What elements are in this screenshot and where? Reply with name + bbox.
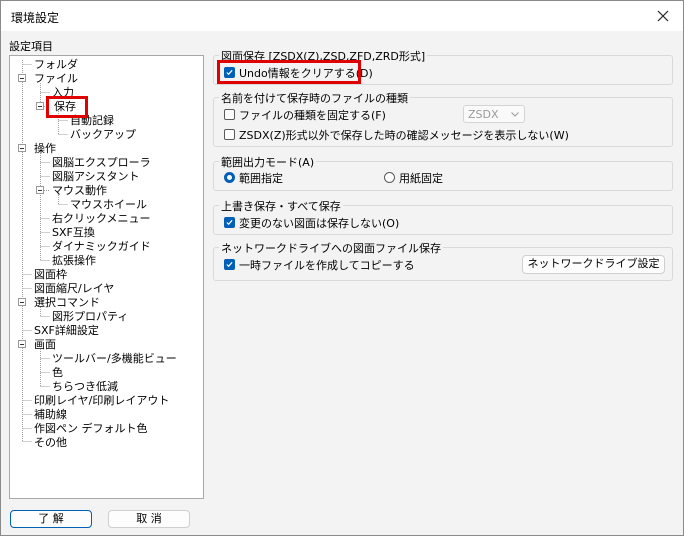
- range-specify-label[interactable]: 範囲指定: [239, 170, 283, 186]
- collapse-toggle-screen[interactable]: [18, 340, 26, 348]
- tree-item-dynamic-guide[interactable]: ダイナミックガイド: [52, 240, 151, 253]
- tree-item-shape-property[interactable]: 図形プロパティ: [52, 310, 128, 323]
- confirm-msg-label[interactable]: ZSDX(Z)形式以外で保存した時の確認メッセージを表示しない(W): [239, 127, 569, 143]
- temp-copy-checkbox[interactable]: [224, 259, 235, 270]
- file-type-value: ZSDX: [468, 108, 499, 121]
- tree-item-explorer[interactable]: 図脳エクスプローラ: [52, 156, 151, 169]
- confirm-msg-checkbox[interactable]: [224, 129, 235, 140]
- file-type-select[interactable]: ZSDX: [463, 105, 525, 123]
- group-network-title: ネットワークドライブへの図面ファイル保存: [219, 240, 443, 256]
- checkmark-icon: [226, 219, 233, 226]
- tree-item-other[interactable]: その他: [34, 436, 67, 449]
- tree-item-toolbar[interactable]: ツールバー/多機能ビュー: [52, 352, 177, 365]
- title-bar: 環境設定: [1, 1, 683, 31]
- tree-item-rightclick[interactable]: 右クリックメニュー: [52, 212, 151, 225]
- ok-button[interactable]: 了 解: [10, 510, 92, 528]
- no-change-checkbox[interactable]: [224, 217, 235, 228]
- tree-item-operation[interactable]: 操作: [34, 142, 56, 155]
- fix-type-checkbox[interactable]: [224, 109, 235, 120]
- range-specify-radio[interactable]: [224, 172, 235, 183]
- tree-item-guideline[interactable]: 補助線: [34, 408, 67, 421]
- collapse-toggle-save[interactable]: [36, 102, 44, 110]
- tree-item-pen-color[interactable]: 作図ペン デフォルト色: [34, 422, 148, 435]
- group-range-output-title: 範囲出力モード(A): [219, 154, 317, 170]
- tree-item-screen[interactable]: 画面: [34, 338, 56, 351]
- network-drive-settings-button[interactable]: ネットワークドライブ設定: [522, 255, 665, 274]
- tree-item-backup[interactable]: バックアップ: [70, 128, 136, 141]
- tree-item-mousewheel[interactable]: マウスホイール: [70, 198, 147, 211]
- tree-item-file[interactable]: ファイル: [34, 72, 78, 85]
- tree-item-scale-layer[interactable]: 図面縮尺/レイヤ: [34, 282, 114, 295]
- collapse-toggle-mouse[interactable]: [36, 186, 44, 194]
- temp-copy-label[interactable]: 一時ファイルを作成してコピーする: [239, 257, 415, 273]
- collapse-toggle-operation[interactable]: [18, 144, 26, 152]
- close-icon: [657, 10, 669, 22]
- settings-tree[interactable]: フォルダ ファイル 入力 保存 自動記録 バックアップ 操作 図脳エクスプローラ…: [9, 55, 204, 499]
- cancel-button[interactable]: 取 消: [108, 510, 190, 528]
- fix-type-label[interactable]: ファイルの種類を固定する(F): [239, 107, 386, 123]
- paper-fixed-label[interactable]: 用紙固定: [399, 170, 443, 186]
- collapse-toggle-select[interactable]: [18, 298, 26, 306]
- tree-item-select-command[interactable]: 選択コマンド: [34, 296, 100, 309]
- settings-dialog: 環境設定 設定項目 フォルダ ファイル 入力 保存 自動記録 バックアップ 操作…: [0, 0, 684, 536]
- tree-item-sxf-compat[interactable]: SXF互換: [52, 226, 95, 239]
- no-change-label[interactable]: 変更のない図面は保存しない(O): [239, 215, 399, 231]
- close-button[interactable]: [647, 3, 679, 29]
- tree-item-color[interactable]: 色: [52, 366, 63, 379]
- tree-item-print-layout[interactable]: 印刷レイヤ/印刷レイアウト: [34, 394, 169, 407]
- tree-item-folder[interactable]: フォルダ: [34, 58, 78, 71]
- group-named-save-title: 名前を付けて保存時のファイルの種類: [219, 90, 410, 106]
- tree-item-mouse[interactable]: マウス動作: [52, 184, 107, 197]
- tree-item-drawing-frame[interactable]: 図面枠: [34, 268, 67, 281]
- paper-fixed-radio[interactable]: [384, 172, 395, 183]
- annotation-highlight-undo: [217, 60, 361, 84]
- tree-item-sxf-detail[interactable]: SXF詳細設定: [34, 324, 99, 337]
- tree-item-assistant[interactable]: 図脳アシスタント: [52, 170, 140, 183]
- tree-label: 設定項目: [9, 40, 53, 53]
- tree-item-flicker[interactable]: ちらつき低減: [52, 380, 118, 393]
- annotation-highlight-save: [46, 96, 88, 118]
- checkmark-icon: [226, 261, 233, 268]
- window-title: 環境設定: [11, 11, 60, 25]
- collapse-toggle-file[interactable]: [18, 74, 26, 82]
- group-overwrite-title: 上書き保存・すべて保存: [219, 198, 343, 214]
- tree-item-ext-operation[interactable]: 拡張操作: [52, 254, 96, 267]
- chevron-down-icon: [511, 112, 519, 117]
